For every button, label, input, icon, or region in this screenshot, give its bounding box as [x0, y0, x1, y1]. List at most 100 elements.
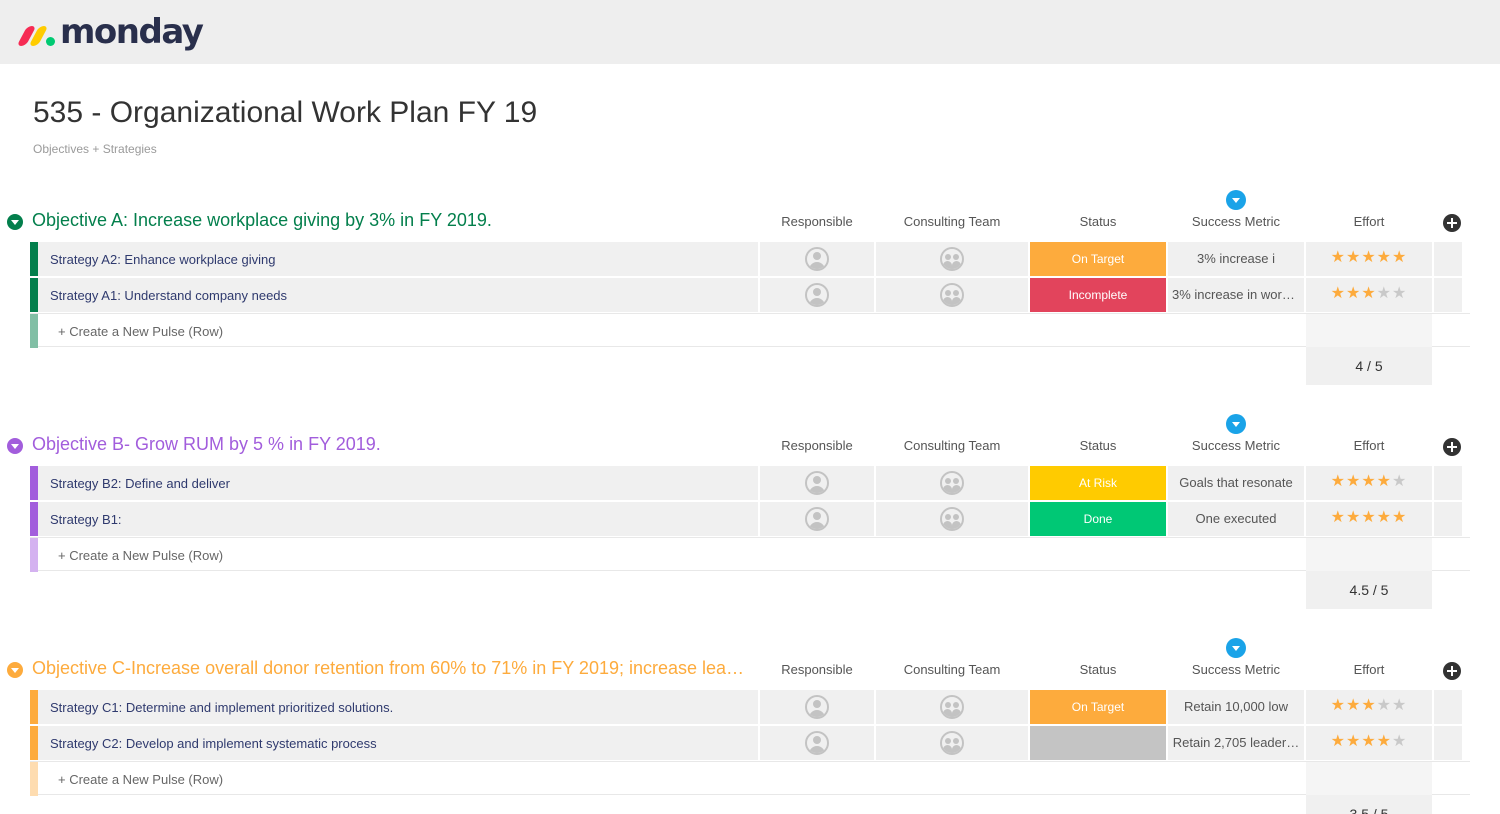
star-icon[interactable]: ★ — [1346, 249, 1361, 266]
status-cell[interactable]: On Target — [1030, 690, 1166, 724]
success-metric-cell[interactable]: Goals that resonate — [1168, 466, 1304, 500]
person-avatar-icon[interactable] — [805, 506, 829, 531]
item-name-cell[interactable]: Strategy A2: Enhance workplace giving — [38, 242, 758, 276]
table-row[interactable]: Strategy A1: Understand company needs Inc… — [30, 277, 1470, 312]
person-avatar-icon[interactable] — [805, 282, 829, 307]
column-header-effort[interactable]: Effort — [1306, 438, 1432, 453]
consulting-team-cell[interactable] — [876, 466, 1028, 500]
item-name-cell[interactable]: Strategy A1: Understand company needs — [38, 277, 758, 312]
person-avatar-icon[interactable] — [805, 471, 829, 495]
table-row[interactable]: Strategy B2: Define and deliver At Risk Go… — [30, 466, 1470, 500]
column-header-status[interactable]: Status — [1030, 214, 1166, 229]
star-icon[interactable]: ★ — [1331, 249, 1346, 266]
item-name-cell[interactable]: Strategy C2: Develop and implement syste… — [38, 725, 758, 760]
column-header-consulting[interactable]: Consulting Team — [876, 214, 1028, 229]
responsible-cell[interactable] — [760, 501, 874, 536]
effort-rating[interactable]: ★★★★★ — [1306, 277, 1432, 312]
star-icon[interactable]: ★ — [1346, 697, 1361, 714]
consulting-team-cell[interactable] — [876, 690, 1028, 724]
item-name-cell[interactable]: Strategy C1: Determine and implement pri… — [38, 690, 758, 724]
group-title[interactable]: Objective B- Grow RUM by 5 % in FY 2019. — [32, 434, 754, 455]
star-icon[interactable]: ★ — [1361, 697, 1376, 714]
star-icon[interactable]: ★ — [1361, 509, 1376, 526]
column-header-metric[interactable]: Success Metric — [1168, 438, 1304, 453]
group-title[interactable]: Objective A: Increase workplace giving b… — [32, 210, 754, 231]
item-name-cell[interactable]: Strategy B2: Define and deliver — [38, 466, 758, 500]
consulting-team-cell[interactable] — [876, 501, 1028, 536]
status-cell[interactable]: At Risk — [1030, 466, 1166, 500]
consulting-team-cell[interactable] — [876, 725, 1028, 760]
status-cell[interactable] — [1030, 725, 1166, 760]
star-icon[interactable]: ★ — [1331, 697, 1346, 714]
star-icon[interactable]: ★ — [1377, 697, 1392, 714]
responsible-cell[interactable] — [760, 242, 874, 276]
team-avatar-icon[interactable] — [940, 247, 964, 271]
success-metric-cell[interactable]: 3% increase i — [1168, 242, 1304, 276]
star-icon[interactable]: ★ — [1377, 733, 1392, 750]
column-header-consulting[interactable]: Consulting Team — [876, 662, 1028, 677]
column-header-consulting[interactable]: Consulting Team — [876, 438, 1028, 453]
create-pulse-label[interactable]: + Create a New Pulse (Row) — [58, 324, 223, 339]
responsible-cell[interactable] — [760, 690, 874, 724]
create-pulse-row[interactable]: + Create a New Pulse (Row) — [30, 313, 1470, 348]
table-row[interactable]: Strategy C1: Determine and implement pri… — [30, 690, 1470, 724]
add-column-icon[interactable] — [1443, 438, 1461, 456]
star-icon[interactable]: ★ — [1392, 285, 1407, 302]
effort-rating[interactable]: ★★★★★ — [1306, 242, 1432, 276]
board-subtitle[interactable]: Objectives + Strategies — [33, 142, 157, 156]
effort-rating[interactable]: ★★★★★ — [1306, 466, 1432, 500]
column-header-responsible[interactable]: Responsible — [760, 214, 874, 229]
responsible-cell[interactable] — [760, 725, 874, 760]
collapse-chevron-icon[interactable] — [7, 438, 23, 454]
star-icon[interactable]: ★ — [1346, 733, 1361, 750]
column-header-responsible[interactable]: Responsible — [760, 662, 874, 677]
column-header-effort[interactable]: Effort — [1306, 662, 1432, 677]
add-column-icon[interactable] — [1443, 214, 1461, 232]
star-icon[interactable]: ★ — [1392, 733, 1407, 750]
create-pulse-row[interactable]: + Create a New Pulse (Row) — [30, 537, 1470, 572]
add-column-icon[interactable] — [1443, 662, 1461, 680]
success-metric-cell[interactable]: 3% increase in work… — [1168, 277, 1304, 312]
star-icon[interactable]: ★ — [1331, 733, 1346, 750]
star-icon[interactable]: ★ — [1392, 697, 1407, 714]
column-header-status[interactable]: Status — [1030, 438, 1166, 453]
status-cell[interactable]: Done — [1030, 501, 1166, 536]
column-header-effort[interactable]: Effort — [1306, 214, 1432, 229]
person-avatar-icon[interactable] — [805, 247, 829, 271]
collapse-chevron-icon[interactable] — [7, 214, 23, 230]
collapse-chevron-icon[interactable] — [7, 662, 23, 678]
create-pulse-label[interactable]: + Create a New Pulse (Row) — [58, 772, 223, 787]
success-metric-cell[interactable]: One executed — [1168, 501, 1304, 536]
status-cell[interactable]: On Target — [1030, 242, 1166, 276]
consulting-team-cell[interactable] — [876, 277, 1028, 312]
create-pulse-row[interactable]: + Create a New Pulse (Row) — [30, 761, 1470, 796]
star-icon[interactable]: ★ — [1346, 509, 1361, 526]
star-icon[interactable]: ★ — [1361, 249, 1376, 266]
group-title[interactable]: Objective C-Increase overall donor reten… — [32, 658, 754, 679]
table-row[interactable]: Strategy A2: Enhance workplace giving On … — [30, 242, 1470, 276]
success-metric-cell[interactable]: Retain 10,000 low — [1168, 690, 1304, 724]
success-metric-cell[interactable]: Retain 2,705 leader… — [1168, 725, 1304, 760]
responsible-cell[interactable] — [760, 466, 874, 500]
star-icon[interactable]: ★ — [1377, 249, 1392, 266]
star-icon[interactable]: ★ — [1377, 473, 1392, 490]
star-icon[interactable]: ★ — [1392, 473, 1407, 490]
team-avatar-icon[interactable] — [940, 506, 964, 531]
star-icon[interactable]: ★ — [1392, 249, 1407, 266]
item-name-cell[interactable]: Strategy B1: — [38, 501, 758, 536]
team-avatar-icon[interactable] — [940, 471, 964, 495]
person-avatar-icon[interactable] — [805, 695, 829, 719]
table-row[interactable]: Strategy C2: Develop and implement syste… — [30, 725, 1470, 760]
column-header-metric[interactable]: Success Metric — [1168, 214, 1304, 229]
column-header-status[interactable]: Status — [1030, 662, 1166, 677]
star-icon[interactable]: ★ — [1361, 733, 1376, 750]
star-icon[interactable]: ★ — [1361, 473, 1376, 490]
create-pulse-label[interactable]: + Create a New Pulse (Row) — [58, 548, 223, 563]
column-header-metric[interactable]: Success Metric — [1168, 662, 1304, 677]
team-avatar-icon[interactable] — [940, 695, 964, 719]
person-avatar-icon[interactable] — [805, 730, 829, 755]
star-icon[interactable]: ★ — [1377, 285, 1392, 302]
effort-rating[interactable]: ★★★★★ — [1306, 725, 1432, 760]
responsible-cell[interactable] — [760, 277, 874, 312]
star-icon[interactable]: ★ — [1331, 473, 1346, 490]
